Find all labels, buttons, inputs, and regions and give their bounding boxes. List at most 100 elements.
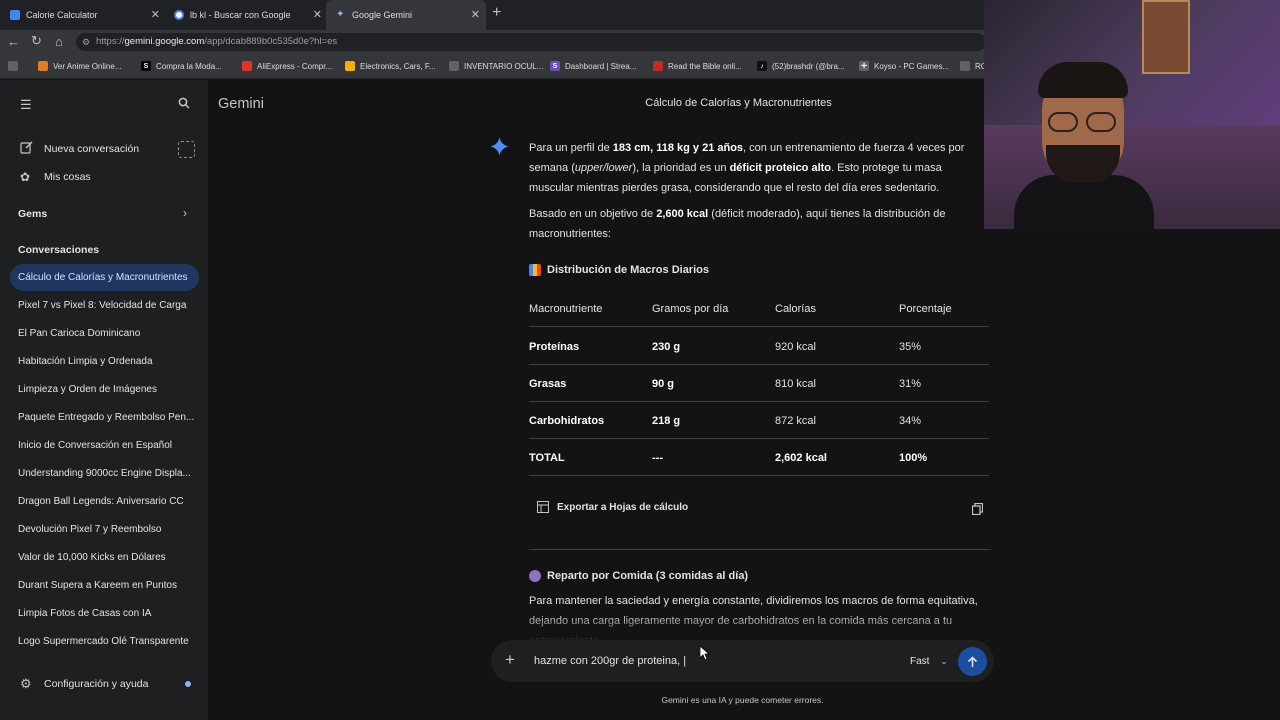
- table-cell: 100%: [899, 452, 928, 464]
- bookmark-item[interactable]: Ver Anime Online...: [38, 61, 121, 71]
- bookmark-label: INVENTARIO OCUL...: [464, 61, 544, 71]
- bookmark-item[interactable]: S Compra la Moda...: [141, 61, 222, 71]
- site-info-icon[interactable]: ⚙: [82, 33, 90, 51]
- table-cell: Proteínas: [529, 341, 580, 353]
- section-heading-text: Distribución de Macros Diarios: [547, 264, 709, 276]
- bar-chart-icon: [529, 264, 541, 276]
- bookmark-item[interactable]: Electronics, Cars, F...: [345, 61, 436, 71]
- temporary-chat-icon[interactable]: [178, 141, 195, 158]
- gemini-favicon-icon: ✦: [336, 9, 345, 20]
- sidebar-conversation-item[interactable]: Paquete Entregado y Reembolso Pen...: [18, 412, 200, 423]
- bookmark-item[interactable]: INVENTARIO OCUL...: [449, 61, 543, 71]
- tab-close-icon[interactable]: ✕: [151, 8, 160, 21]
- bookmark-item[interactable]: RC: [960, 61, 987, 71]
- text-run: Para un perfil de: [529, 142, 613, 154]
- bookmarks-menu-icon[interactable]: [8, 61, 23, 71]
- browser-tab-active[interactable]: ✦ Google Gemini ✕: [326, 0, 486, 30]
- export-sheets-button[interactable]: Exportar a Hojas de cálculo: [537, 501, 688, 513]
- bookmark-item[interactable]: AliExpress - Compr...: [242, 61, 332, 71]
- url-field[interactable]: ⚙ https://gemini.google.com/app/dcab889b…: [76, 33, 986, 51]
- chevron-right-icon[interactable]: ›: [183, 206, 187, 220]
- table-cell: TOTAL: [529, 452, 565, 464]
- sidebar-conversation-item[interactable]: Dragon Ball Legends: Aniversario CC: [18, 496, 200, 507]
- sidebar-conversation-item[interactable]: Devolución Pixel 7 y Reembolso: [18, 524, 200, 535]
- aliexpress-icon: [242, 61, 252, 71]
- sidebar-conversation-item[interactable]: El Pan Carioca Dominicano: [18, 328, 200, 339]
- conversations-header: Conversaciones: [18, 244, 100, 256]
- conversation-title: Cálculo de Calorías y Macronutrientes: [645, 97, 832, 109]
- my-stuff-link[interactable]: Mis cosas: [44, 171, 91, 183]
- text-run-bold: déficit proteico alto: [729, 162, 832, 174]
- url-prefix: https://: [96, 36, 125, 47]
- tab-title: Calorie Calculator: [26, 10, 98, 20]
- sidebar-conversation-item[interactable]: Cálculo de Calorías y Macronutrientes: [18, 272, 200, 283]
- export-label: Exportar a Hojas de cálculo: [557, 501, 689, 513]
- reload-icon[interactable]: ↻: [31, 33, 42, 49]
- text-run: Basado en un objetivo de: [529, 208, 657, 220]
- chevron-down-icon: ⌄: [940, 656, 948, 666]
- sidebar-conversation-item[interactable]: Limpia Fotos de Casas con IA: [18, 608, 200, 619]
- sidebar-conversation-item[interactable]: Limpieza y Orden de Imágenes: [18, 384, 200, 395]
- bookmark-label: Ver Anime Online...: [53, 61, 122, 71]
- new-tab-icon[interactable]: +: [492, 4, 501, 22]
- model-selector[interactable]: Fast ⌄: [910, 656, 948, 667]
- sidebar-conversation-item[interactable]: Durant Supera a Kareem en Puntos: [18, 580, 200, 591]
- bookmark-label: Compra la Moda...: [156, 61, 222, 71]
- section-heading: Reparto por Comida (3 comidas al día): [529, 570, 748, 582]
- google-favicon-icon: [174, 10, 184, 20]
- sidebar-conversation-item[interactable]: Understanding 9000cc Engine Displa...: [18, 468, 200, 479]
- section-divider: [529, 549, 991, 550]
- table-row: Proteínas 230 g 920 kcal 35%: [529, 328, 989, 365]
- sidebar-conversation-item[interactable]: Habitación Limpia y Ordenada: [18, 356, 200, 367]
- sidebar-conversation-item[interactable]: Logo Supermercado Olé Transparente: [18, 636, 200, 647]
- table-cell: 34%: [899, 415, 922, 427]
- tab-close-icon[interactable]: ✕: [471, 8, 480, 21]
- menu-icon[interactable]: ☰: [20, 97, 32, 113]
- copy-icon[interactable]: [971, 502, 984, 520]
- my-stuff-icon: ✿: [20, 170, 31, 184]
- table-row: TOTAL --- 2,602 kcal 100%: [529, 439, 989, 476]
- person-shoulders: [1014, 175, 1154, 229]
- search-icon[interactable]: [178, 97, 190, 112]
- bookmark-item[interactable]: ♪ (52)brashdr (@bra...: [757, 61, 845, 71]
- tab-close-icon[interactable]: ✕: [313, 8, 322, 21]
- browser-tab[interactable]: Calorie Calculator ✕: [0, 0, 166, 30]
- table-header-cell: Gramos por día: [652, 303, 729, 315]
- tab-title: lb kl - Buscar con Google: [190, 10, 291, 20]
- home-icon[interactable]: ⌂: [55, 34, 63, 49]
- table-header-cell: Porcentaje: [899, 303, 952, 315]
- bookmark-label: Koyso - PC Games...: [874, 61, 950, 71]
- response-paragraph: Basado en un objetivo de 2,600 kcal (déf…: [529, 204, 969, 244]
- add-attachment-icon[interactable]: +: [505, 651, 515, 668]
- back-icon[interactable]: ←: [7, 34, 20, 49]
- bookmark-item[interactable]: S Dashboard | Strea...: [550, 61, 636, 71]
- table-cell: 31%: [899, 378, 922, 390]
- sidebar-conversation-item[interactable]: Valor de 10,000 Kicks en Dólares: [18, 552, 200, 563]
- section-heading-text: Reparto por Comida (3 comidas al día): [547, 570, 749, 582]
- url-host: gemini.google.com: [124, 36, 205, 47]
- text-run: ), la prioridad es un: [632, 162, 730, 174]
- bookmark-label: Electronics, Cars, F...: [360, 61, 436, 71]
- bookmark-item[interactable]: Read the Bible onli...: [653, 61, 742, 71]
- gems-link[interactable]: Gems: [18, 208, 47, 220]
- bookmark-item[interactable]: ✛ Koyso - PC Games...: [859, 61, 949, 71]
- sidebar: [0, 80, 208, 720]
- sidebar-conversation-item[interactable]: Pixel 7 vs Pixel 8: Velocidad de Carga: [18, 300, 200, 311]
- bookmark-label: Read the Bible onli...: [668, 61, 742, 71]
- koyso-icon: ✛: [859, 61, 869, 71]
- browser-tab[interactable]: lb kl - Buscar con Google ✕: [164, 0, 328, 30]
- table-header-cell: Macronutriente: [529, 303, 603, 315]
- scroll-fade: [500, 612, 1000, 642]
- bookmark-label: Dashboard | Strea...: [565, 61, 637, 71]
- app-title[interactable]: Gemini: [218, 96, 264, 112]
- table-cell: ---: [652, 452, 663, 464]
- send-button[interactable]: [958, 647, 987, 676]
- sidebar-conversation-item[interactable]: Inicio de Conversación en Español: [18, 440, 200, 451]
- settings-help-link[interactable]: Configuración y ayuda: [44, 678, 148, 690]
- new-chat-button[interactable]: Nueva conversación: [44, 143, 139, 155]
- table-cell: 920 kcal: [775, 341, 816, 353]
- table-cell: Grasas: [529, 378, 567, 390]
- new-chat-icon: [20, 141, 33, 159]
- url-path: /app/dcab889b0c535d0e?hl=es: [204, 36, 338, 47]
- model-label: Fast: [910, 656, 930, 667]
